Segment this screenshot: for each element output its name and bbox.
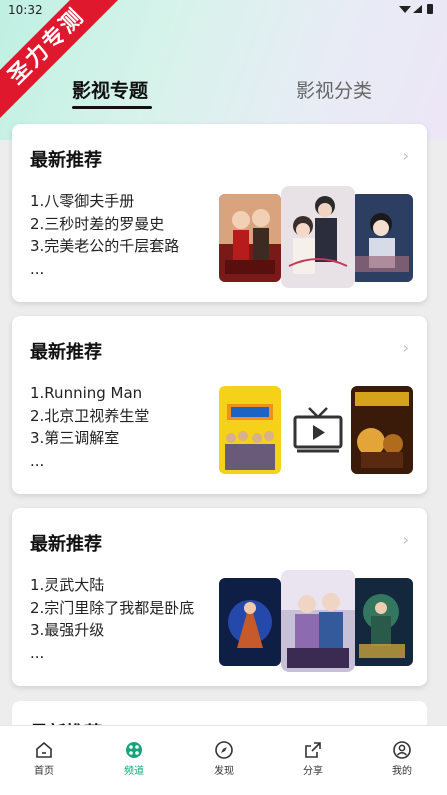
poster-image[interactable] — [351, 194, 413, 282]
poster-stack — [219, 184, 419, 294]
list-item[interactable]: 2.北京卫视养生堂 — [30, 405, 230, 428]
list-item: ... — [30, 259, 45, 278]
card-title: 最新推荐 — [30, 342, 102, 363]
status-icons — [397, 3, 437, 18]
nav-label: 分享 — [303, 766, 323, 777]
nav-label: 我的 — [392, 766, 412, 777]
card-list: 1.八零御夫手册 2.三秒时差的罗曼史 3.完美老公的千层套路 ... — [30, 190, 230, 280]
poster-stack — [219, 568, 419, 678]
tab-categories[interactable]: 影视分类 — [296, 76, 372, 103]
list-item[interactable]: 3.第三调解室 — [30, 427, 230, 450]
channel-icon — [126, 742, 142, 758]
nav-label: 频道 — [124, 766, 144, 777]
share-icon — [305, 742, 321, 758]
topic-card[interactable]: 最新推荐 › 1.灵武大陆 2.宗门里除了我都是卧底 3.最强升级 ... — [12, 508, 427, 686]
status-time: 10:32 — [8, 3, 43, 17]
home-icon — [36, 741, 52, 758]
compass-icon — [215, 741, 233, 759]
list-item[interactable]: 1.八零御夫手册 — [30, 190, 230, 213]
poster-image[interactable] — [351, 578, 413, 666]
nav-discover[interactable]: 发现 — [194, 740, 254, 777]
bottom-nav: 首页 频道 发现 分享 我的 — [0, 725, 447, 795]
list-item[interactable]: 2.三秒时差的罗曼史 — [30, 213, 230, 236]
poster-image[interactable] — [219, 578, 281, 666]
poster-image[interactable] — [281, 570, 355, 672]
nav-home[interactable]: 首页 — [14, 740, 74, 777]
nav-label: 发现 — [214, 766, 234, 777]
top-tabs: 影视专题 影视分类 — [0, 72, 447, 112]
tab-topics[interactable]: 影视专题 — [72, 76, 148, 103]
topic-card[interactable]: 最新推荐 › 1.八零御夫手册 2.三秒时差的罗曼史 3.完美老公的千层套路 .… — [12, 124, 427, 302]
chevron-right-icon[interactable]: › — [403, 338, 409, 357]
list-item[interactable]: 2.宗门里除了我都是卧底 — [30, 597, 230, 620]
poster-image[interactable] — [219, 194, 281, 282]
nav-label: 首页 — [34, 766, 54, 777]
tv-placeholder-icon[interactable] — [287, 398, 349, 460]
list-item[interactable]: 1.Running Man — [30, 382, 230, 405]
list-item[interactable]: 3.完美老公的千层套路 — [30, 235, 230, 258]
poster-image[interactable] — [219, 386, 281, 474]
card-title: 最新推荐 — [30, 534, 102, 555]
list-item: ... — [30, 451, 45, 470]
topic-card[interactable]: 最新推荐 › 1.Running Man 2.北京卫视养生堂 3.第三调解室 .… — [12, 316, 427, 494]
chevron-right-icon[interactable]: › — [403, 530, 409, 549]
list-item: ... — [30, 643, 45, 662]
chevron-right-icon[interactable]: › — [403, 146, 409, 165]
card-title: 最新推荐 — [30, 150, 102, 171]
wifi-signal-battery-icon — [399, 4, 433, 14]
nav-channel[interactable]: 频道 — [104, 740, 164, 777]
poster-image[interactable] — [351, 386, 413, 474]
card-list: 1.灵武大陆 2.宗门里除了我都是卧底 3.最强升级 ... — [30, 574, 230, 664]
tab-active-indicator — [72, 106, 152, 109]
poster-stack — [219, 376, 419, 486]
nav-profile[interactable]: 我的 — [372, 740, 432, 777]
nav-share[interactable]: 分享 — [283, 740, 343, 777]
poster-image[interactable] — [281, 186, 355, 288]
user-icon — [393, 741, 411, 759]
list-item[interactable]: 1.灵武大陆 — [30, 574, 230, 597]
list-item[interactable]: 3.最强升级 — [30, 619, 230, 642]
card-list: 1.Running Man 2.北京卫视养生堂 3.第三调解室 ... — [30, 382, 230, 472]
